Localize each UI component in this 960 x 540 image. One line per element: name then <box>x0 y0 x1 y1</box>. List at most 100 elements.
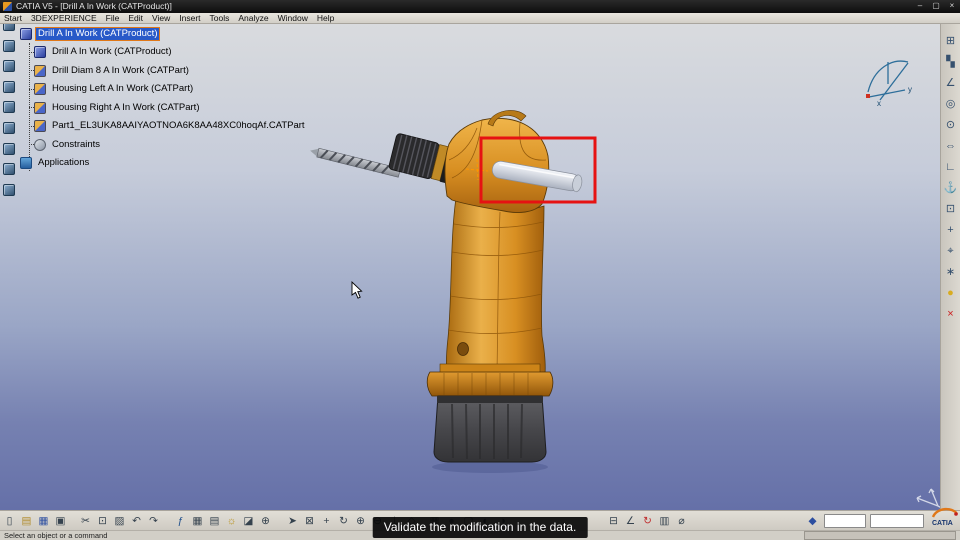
manipulate-icon[interactable]: + <box>943 222 959 238</box>
constraints-icon <box>34 138 46 151</box>
pan-icon[interactable]: + <box>319 514 334 529</box>
graph-list-icon[interactable]: ⊟ <box>606 514 621 529</box>
menu-help[interactable]: Help <box>317 13 334 24</box>
measure-icon[interactable]: ⌀ <box>674 514 689 529</box>
catalog-browser-icon[interactable]: ▥ <box>657 514 672 529</box>
snap-icon[interactable]: ⌖ <box>943 243 959 259</box>
zoom-in-icon[interactable]: ⊕ <box>353 514 368 529</box>
tree-item-label: Constraints <box>52 138 101 150</box>
title-bar: CATIA V5 - [Drill A In Work (CATProduct)… <box>0 0 960 13</box>
tree-anchor-icon[interactable] <box>3 121 15 134</box>
app-icon <box>3 2 12 11</box>
menu-edit[interactable]: Edit <box>128 13 143 24</box>
rotate-icon[interactable]: ↻ <box>336 514 351 529</box>
tree-anchor-icon[interactable] <box>3 142 15 155</box>
smart-move-icon[interactable]: ● <box>943 285 959 301</box>
explode-icon[interactable]: ∗ <box>943 264 959 280</box>
constraints-toolbar-icon[interactable]: ∠ <box>943 75 959 91</box>
tree-item[interactable]: Drill A In Work (CATProduct) <box>20 26 307 41</box>
design-table-icon[interactable]: ▦ <box>190 514 205 529</box>
menu-file[interactable]: File <box>106 13 120 24</box>
tree-item-label: Drill A In Work (CATProduct) <box>52 46 172 57</box>
copy-icon[interactable]: ⊡ <box>95 514 110 529</box>
catia-logo: CATIA <box>931 507 959 527</box>
menu-view[interactable]: View <box>152 13 170 24</box>
formula-icon[interactable]: ƒ <box>173 514 188 529</box>
tools-toolbar: ⊟ ∠ ↻ ▥ ⌀ <box>606 514 689 529</box>
fix-together-icon[interactable]: ⊡ <box>943 201 959 217</box>
product-icon <box>20 27 32 40</box>
tree-anchor-icon[interactable] <box>3 80 15 93</box>
tree-item[interactable]: Constraints <box>20 138 307 151</box>
power-input-area: ◆ <box>805 514 924 529</box>
part-icon <box>34 83 46 95</box>
command-input[interactable] <box>824 514 866 528</box>
angle-constraint-icon[interactable]: ∟ <box>943 159 959 175</box>
minimize-button[interactable]: – <box>912 0 928 13</box>
product-icon <box>34 46 46 58</box>
active-workbench-icon[interactable]: ◆ <box>805 514 820 529</box>
tree-anchor-icon[interactable] <box>3 163 15 176</box>
paste-icon[interactable]: ▨ <box>112 514 127 529</box>
tree-item[interactable]: Housing Left A In Work (CATPart) <box>20 83 307 96</box>
save-icon[interactable]: ▦ <box>36 514 51 529</box>
menu-start[interactable]: Start <box>4 13 22 24</box>
menu-insert[interactable]: Insert <box>179 13 200 24</box>
right-toolbar: ⊞ ▚ ∠ ◎ ⊙ ⇔ ∟ ⚓ ⊡ + ⌖ ∗ ● × <box>940 24 960 510</box>
fit-all-in-icon[interactable]: ⊠ <box>302 514 317 529</box>
depth-effect-icon[interactable]: ◪ <box>241 514 256 529</box>
update-all-icon[interactable]: ↻ <box>640 514 655 529</box>
stop-update-icon[interactable]: × <box>943 306 959 322</box>
catalog-icon[interactable]: ▤ <box>207 514 222 529</box>
window-controls: – ▢ × <box>912 0 960 13</box>
menu-window[interactable]: Window <box>278 13 308 24</box>
contact-constraint-icon[interactable]: ⊙ <box>943 117 959 133</box>
print-icon[interactable]: ▣ <box>53 514 68 529</box>
magnifier-icon[interactable]: ⊕ <box>258 514 273 529</box>
part-icon <box>34 101 46 114</box>
maximize-button[interactable]: ▢ <box>928 0 944 13</box>
subtitle-overlay: Validate the modification in the data. <box>372 517 588 538</box>
coincidence-constraint-icon[interactable]: ◎ <box>943 96 959 112</box>
tree-anchor-icon[interactable] <box>3 39 15 52</box>
cut-icon[interactable]: ✂ <box>78 514 93 529</box>
tree-anchor-icon[interactable] <box>3 60 15 73</box>
component-icon[interactable]: ▚ <box>943 54 959 70</box>
tree-item[interactable]: Housing Right A In Work (CATPart) <box>20 101 307 114</box>
menu-analyze[interactable]: Analyze <box>238 13 268 24</box>
tree-item[interactable]: Applications <box>20 157 307 170</box>
tree-item[interactable]: Drill A In Work (CATProduct) <box>20 46 307 59</box>
menu-bar: Start 3DEXPERIENCE File Edit View Insert Tools… <box>0 13 960 24</box>
close-button[interactable]: × <box>944 0 960 13</box>
menu-3dexperience[interactable]: 3DEXPERIENCE <box>31 13 97 24</box>
fly-mode-icon[interactable]: ➤ <box>285 514 300 529</box>
menu-tools[interactable]: Tools <box>210 13 230 24</box>
tree-item[interactable]: Drill Diam 8 A In Work (CATPart) <box>20 64 307 77</box>
window-title: CATIA V5 - [Drill A In Work (CATProduct)… <box>16 1 172 11</box>
knowledge-toolbar: ƒ ▦ ▤ ☼ ◪ ⊕ <box>173 514 273 529</box>
redo-icon[interactable]: ↷ <box>146 514 161 529</box>
tree-item-label: Drill A In Work (CATProduct) <box>34 26 161 41</box>
light-icon[interactable]: ☼ <box>224 514 239 529</box>
power-input[interactable] <box>870 514 924 528</box>
tree-item-label: Housing Left A In Work (CATPart) <box>52 83 194 94</box>
part-icon <box>34 64 46 77</box>
anchor-constraint-icon[interactable]: ⚓ <box>943 180 959 196</box>
catia-window: CATIA V5 - [Drill A In Work (CATProduct)… <box>0 0 960 540</box>
product-structure-tools-icon[interactable]: ⊞ <box>943 33 959 49</box>
status-field[interactable] <box>804 531 956 540</box>
tree-anchor-icon[interactable] <box>3 101 15 114</box>
part-icon <box>34 120 46 132</box>
tree-item-label: Applications <box>38 157 90 168</box>
tree-item[interactable]: Part1_EL3UKA8AAIYAOTNOA6K8AA48XC0hoqAf.C… <box>20 120 307 133</box>
applications-icon <box>20 157 32 169</box>
constraint-creation-icon[interactable]: ∠ <box>623 514 638 529</box>
status-message: Select an object or a command <box>4 530 108 540</box>
offset-constraint-icon[interactable]: ⇔ <box>943 138 959 154</box>
tree-anchor-icon[interactable] <box>3 183 15 196</box>
undo-icon[interactable]: ↶ <box>129 514 144 529</box>
open-folder-icon[interactable]: ▤ <box>19 514 34 529</box>
standard-toolbar: ▯ ▤ ▦ ▣ <box>2 514 68 529</box>
edit-toolbar: ✂ ⊡ ▨ ↶ ↷ <box>78 514 161 529</box>
new-document-icon[interactable]: ▯ <box>2 514 17 529</box>
